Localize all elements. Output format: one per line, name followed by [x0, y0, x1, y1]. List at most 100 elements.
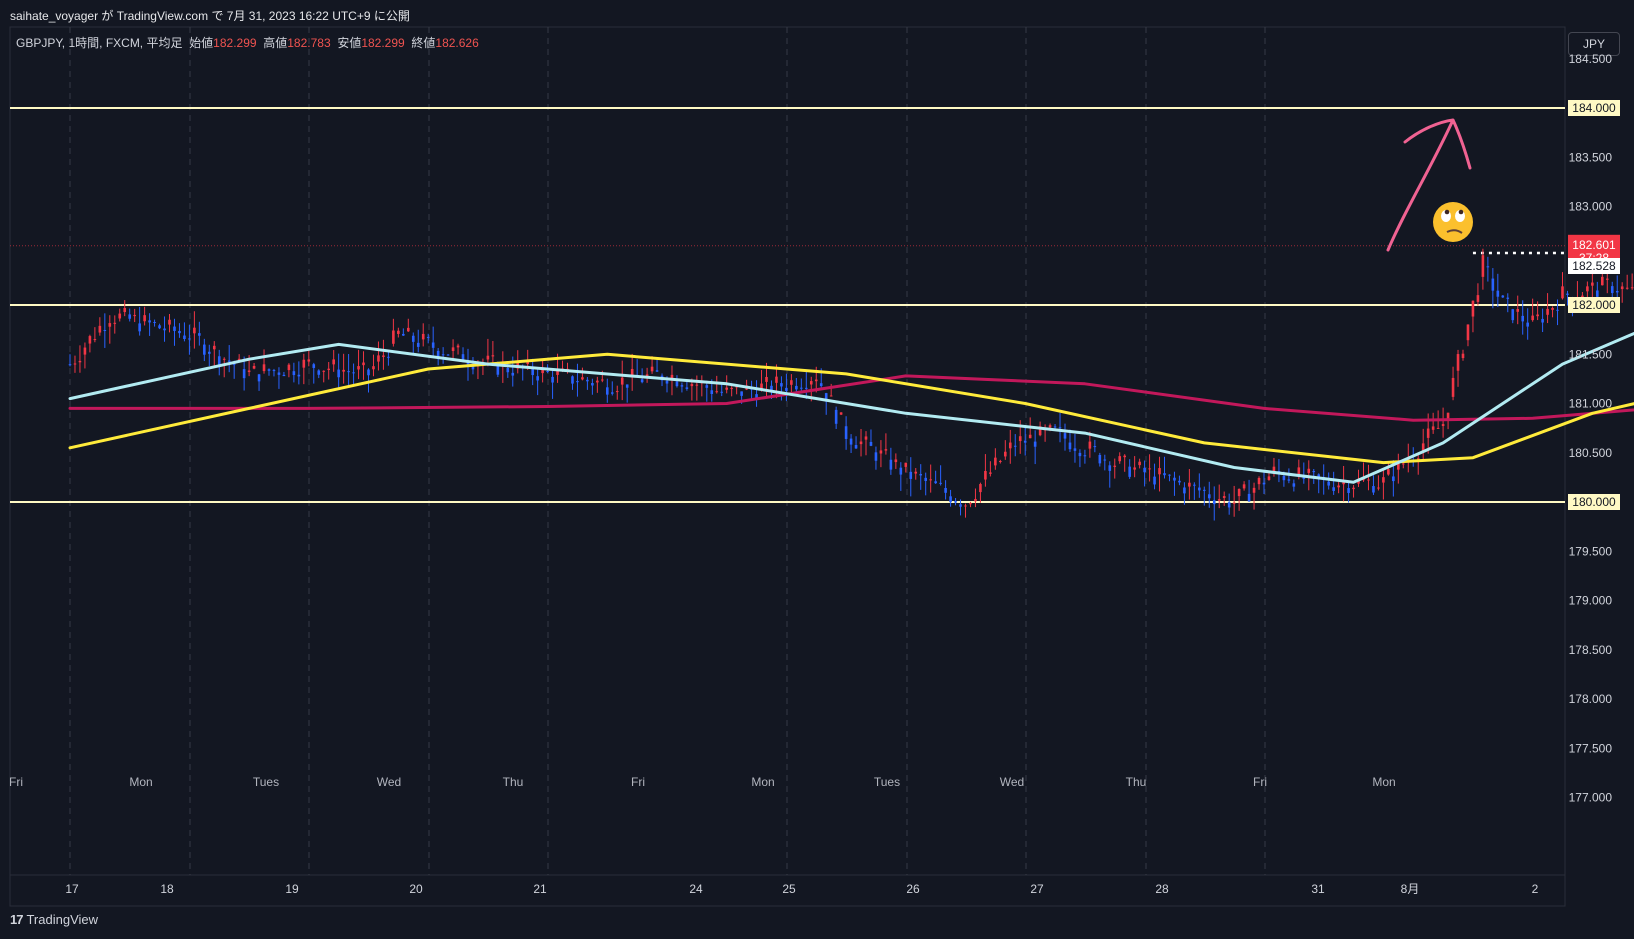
candle-body [834, 409, 838, 424]
candle-body [332, 359, 335, 365]
price-tick-label: 181.000 [1569, 397, 1613, 411]
candle-body [1596, 290, 1599, 297]
candle-body [1068, 442, 1072, 450]
candle-body [854, 445, 858, 449]
tradingview-logo[interactable]: 17 TradingView [10, 912, 98, 927]
candle-body [1332, 487, 1335, 491]
candle-body [1098, 454, 1102, 464]
candle-body [1033, 441, 1037, 447]
candle-body [88, 336, 92, 344]
candle-body [780, 383, 783, 387]
candle-body [1193, 484, 1196, 486]
candle-body [606, 387, 609, 395]
candle-body [1486, 266, 1490, 268]
candle-body [531, 368, 534, 376]
day-of-week-label: Fri [1253, 775, 1267, 789]
price-chart[interactable]: 184.500184.000183.500183.000182.500182.0… [0, 0, 1634, 939]
candle-body [1008, 442, 1012, 449]
candle-body [247, 370, 251, 373]
candle-body [695, 384, 699, 386]
candle-body [217, 356, 221, 365]
price-tick-label: 179.000 [1569, 594, 1613, 608]
candle-body [800, 387, 803, 389]
candle-body [964, 505, 967, 507]
candle-body [1511, 309, 1515, 321]
candle-body [591, 383, 594, 386]
candle-body [441, 354, 445, 356]
chart-window: saihate_voyager が TradingView.com で 7月 3… [0, 0, 1634, 939]
candle-body [1232, 502, 1236, 504]
candle-body [1048, 425, 1052, 428]
candle-body [809, 381, 813, 385]
candle-body [1620, 286, 1624, 290]
candle-body [1212, 500, 1216, 505]
candle-body [327, 368, 330, 370]
candle-body [1610, 286, 1614, 294]
candle-body [620, 377, 624, 385]
candle-body [337, 369, 340, 378]
candle-body [198, 333, 201, 336]
candle-body [924, 477, 927, 481]
level-price-tag-text: 182.000 [1572, 298, 1616, 312]
candle-body [1023, 440, 1027, 443]
candle-body [1118, 456, 1122, 462]
candle-body [1183, 487, 1186, 494]
candle-body [342, 369, 345, 372]
candle-body [193, 327, 196, 334]
candle-body [785, 387, 788, 391]
candle-body [1148, 468, 1151, 470]
candle-body [1556, 309, 1559, 311]
candle-body [665, 380, 669, 384]
candle-body [1352, 487, 1355, 490]
candle-body [909, 471, 913, 479]
candle-body [1133, 467, 1136, 470]
ma-fast-line [68, 331, 1634, 484]
date-tick-label: 17 [65, 882, 79, 896]
candle-body [277, 372, 281, 375]
candle-body [919, 474, 923, 476]
candle-body [511, 372, 515, 376]
candle-body [596, 380, 599, 383]
date-tick-label: 2 [1532, 882, 1539, 896]
candle-body [392, 330, 395, 344]
candle-body [1367, 479, 1370, 481]
candle-body [312, 364, 316, 368]
date-tick-label: 26 [906, 882, 920, 896]
candle-body [610, 392, 614, 394]
candle-body [571, 376, 574, 384]
candle-body [1431, 426, 1435, 430]
candle-body [1615, 290, 1619, 293]
price-tick-label: 179.500 [1569, 544, 1613, 558]
day-of-week-label: Mon [1372, 775, 1395, 789]
candle-body [1491, 278, 1495, 291]
candle-body [421, 333, 425, 340]
candle-body [1387, 469, 1390, 475]
candle-body [491, 355, 495, 357]
candle-body [1426, 428, 1430, 438]
day-of-week-label: Thu [503, 775, 524, 789]
candle-body [795, 385, 798, 390]
candle-body [307, 359, 311, 362]
candle-body [1481, 255, 1485, 277]
candle-body [1178, 480, 1181, 483]
candle-body [680, 385, 684, 387]
candle-body [178, 330, 181, 334]
candle-body [884, 449, 888, 451]
price-axis: 184.500184.000183.500183.000182.500182.0… [1568, 52, 1620, 805]
candle-body [1546, 308, 1549, 315]
candle-body [1586, 286, 1589, 292]
candle-body [93, 339, 97, 341]
candle-body [959, 504, 962, 507]
candle-body [446, 354, 450, 356]
candle-body [1018, 436, 1022, 442]
candle-body [1327, 481, 1330, 486]
candle-body [675, 381, 679, 387]
candle-body [387, 356, 390, 358]
candle-body [989, 472, 992, 474]
candle-body [1247, 493, 1251, 502]
candle-body [227, 360, 231, 362]
day-of-week-label: Wed [1000, 775, 1024, 789]
price-tick-label: 180.500 [1569, 446, 1613, 460]
candle-body [1436, 427, 1440, 429]
candle-body [864, 436, 868, 440]
